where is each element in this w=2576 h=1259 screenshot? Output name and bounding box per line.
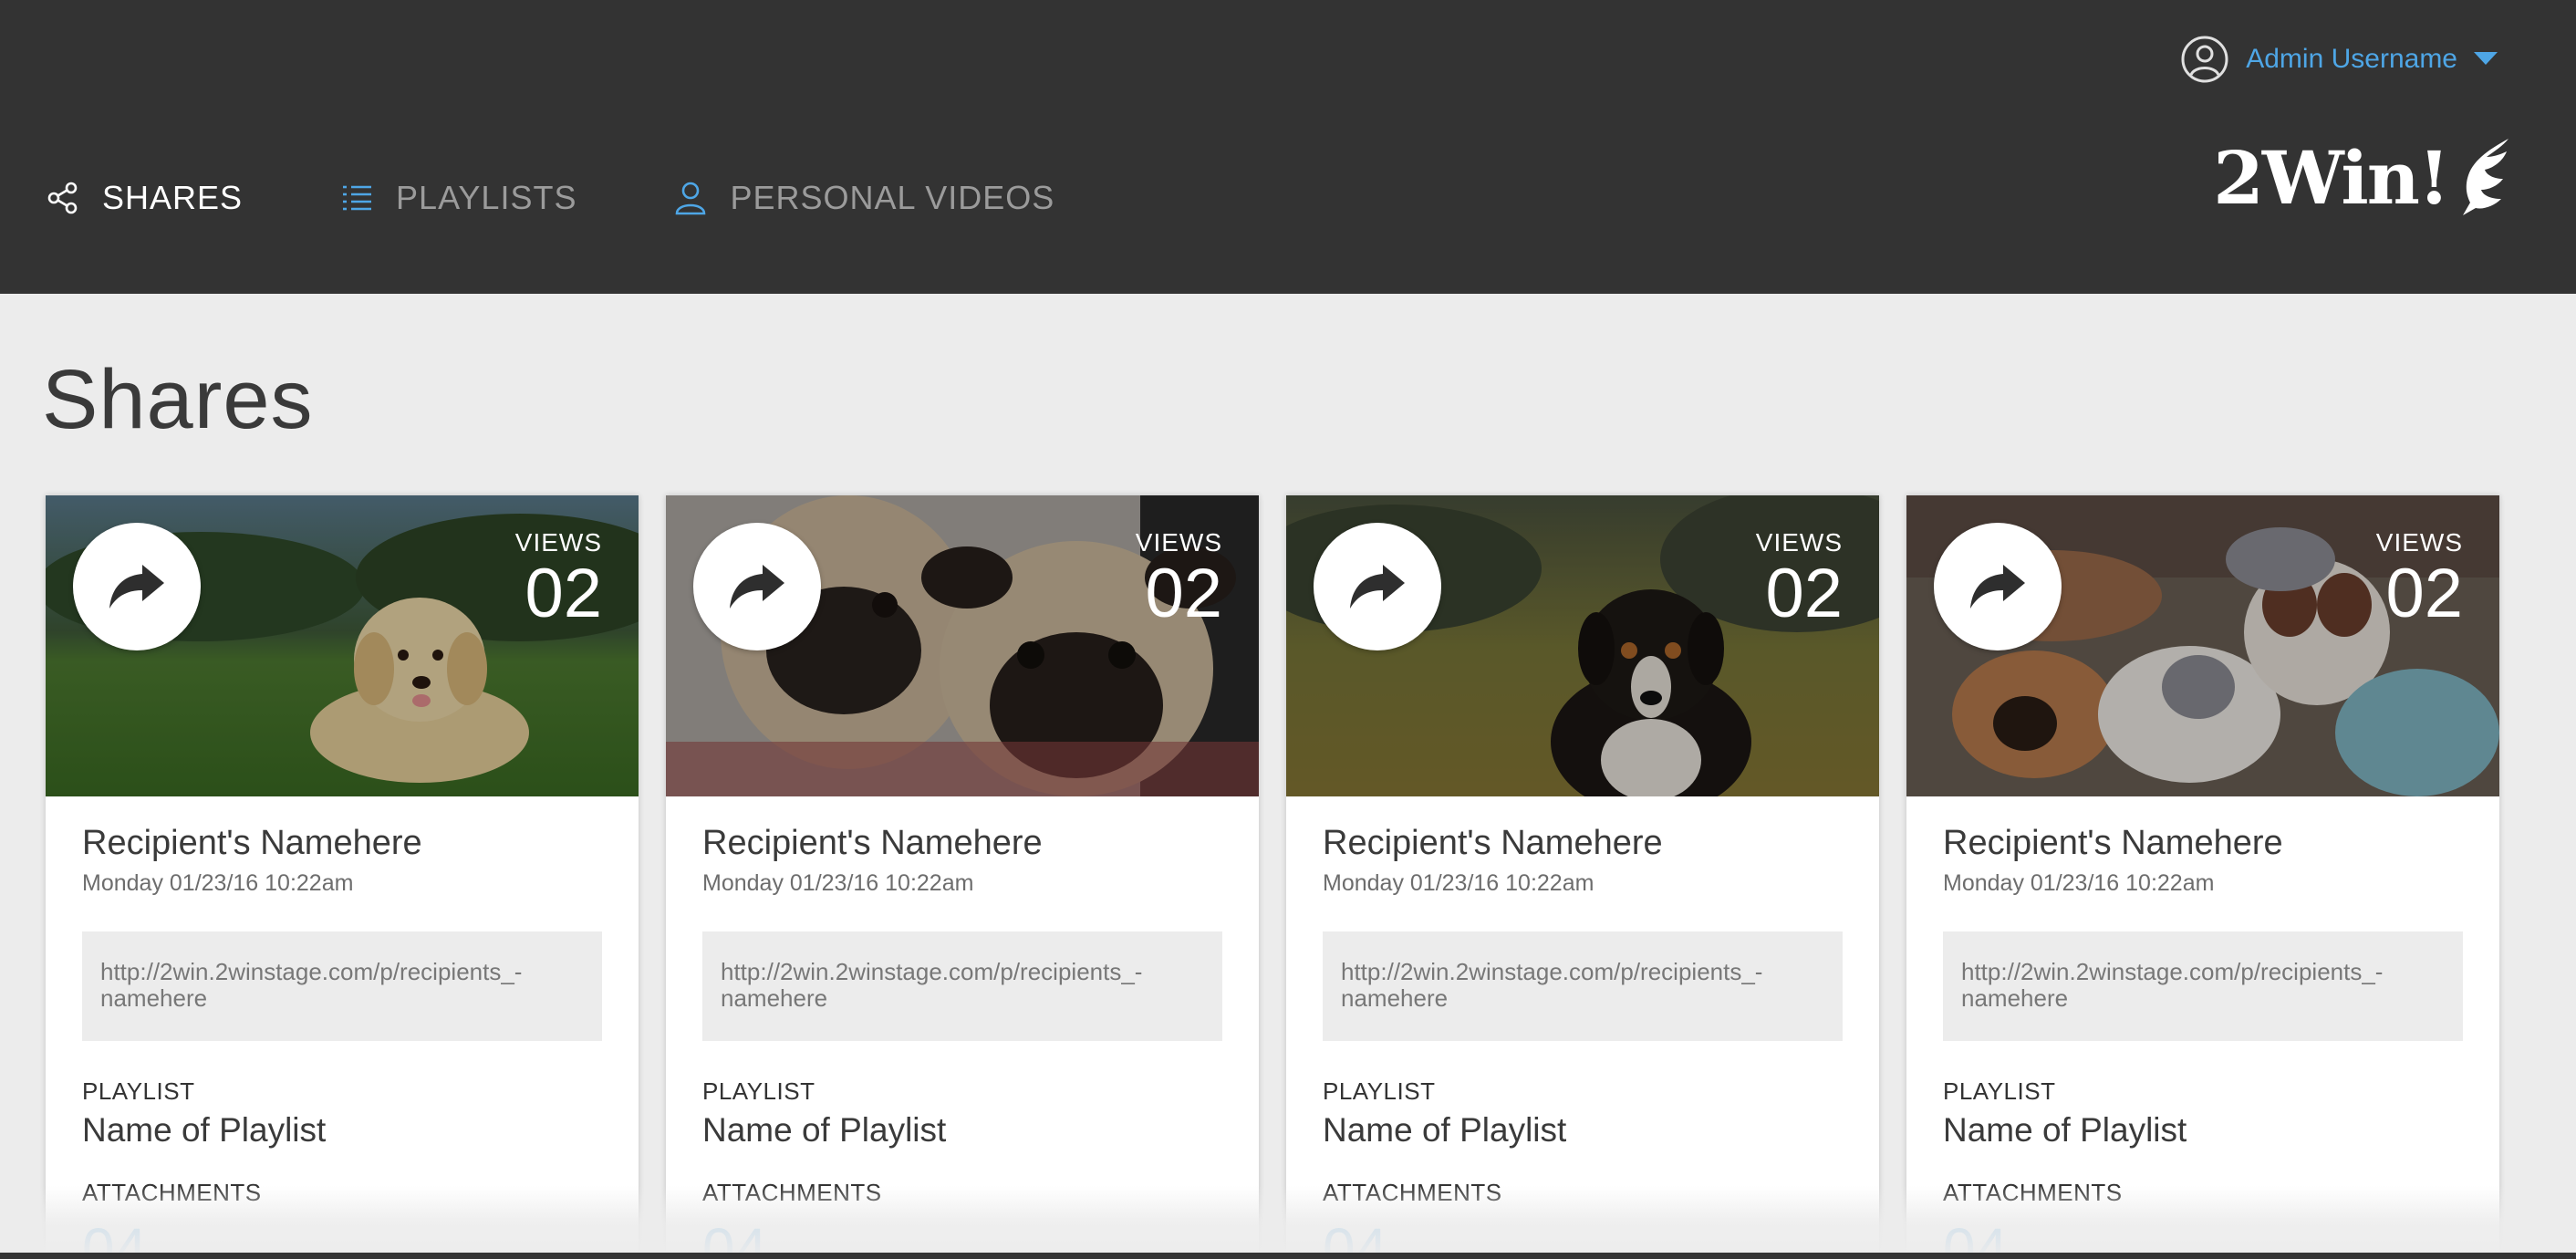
recipient-name: Recipient's Namehere bbox=[1323, 824, 1663, 862]
attachments-label: ATTACHMENTS bbox=[1943, 1179, 2123, 1206]
share-thumbnail: VIEWS 02 bbox=[666, 495, 1259, 796]
share-button[interactable] bbox=[73, 523, 201, 650]
nav-item-playlists[interactable]: PLAYLISTS bbox=[339, 179, 576, 217]
views-count: 02 bbox=[2385, 555, 2463, 632]
share-arrow-icon bbox=[730, 565, 784, 609]
playlist-name[interactable]: Name of Playlist bbox=[82, 1111, 602, 1150]
share-button[interactable] bbox=[1314, 523, 1441, 650]
playlist-name[interactable]: Name of Playlist bbox=[1943, 1111, 2463, 1150]
share-card[interactable]: VIEWS 02 Recipient's Namehere Monday 01/… bbox=[1906, 495, 2499, 1259]
nav-label-personal-videos: PERSONAL VIDEOS bbox=[730, 179, 1055, 216]
share-arrow-icon bbox=[109, 565, 164, 609]
share-card[interactable]: VIEWS 02 Recipient's Namehere Monday 01/… bbox=[1286, 495, 1879, 1259]
attachments-label: ATTACHMENTS bbox=[702, 1179, 882, 1206]
top-header: Admin Username SHARES PLAYLISTS PERSONAL… bbox=[0, 0, 2576, 294]
share-thumbnail: VIEWS 02 bbox=[1286, 495, 1879, 796]
playlist-label: PLAYLIST bbox=[82, 1077, 195, 1105]
share-url[interactable]: http://2win.2winstage.com/p/recipients_-… bbox=[82, 931, 602, 1041]
share-icon bbox=[46, 181, 80, 215]
views-count: 02 bbox=[525, 555, 602, 632]
nav-label-playlists: PLAYLISTS bbox=[396, 179, 577, 216]
chevron-down-icon bbox=[2474, 52, 2498, 67]
user-menu[interactable]: Admin Username bbox=[2180, 35, 2498, 84]
share-url[interactable]: http://2win.2winstage.com/p/recipients_-… bbox=[1943, 931, 2463, 1041]
attachments-label: ATTACHMENTS bbox=[1323, 1179, 1502, 1206]
playlist-label: PLAYLIST bbox=[702, 1077, 815, 1105]
user-avatar-icon bbox=[2180, 35, 2229, 84]
share-arrow-icon bbox=[1970, 565, 2025, 609]
share-date: Monday 01/23/16 10:22am bbox=[1323, 870, 1594, 896]
share-arrow-icon bbox=[1350, 565, 1405, 609]
person-icon bbox=[673, 181, 708, 215]
share-date: Monday 01/23/16 10:22am bbox=[82, 870, 354, 896]
nav-item-shares[interactable]: SHARES bbox=[46, 179, 243, 217]
brand-logo[interactable]: 2Win! bbox=[2213, 139, 2512, 217]
share-url[interactable]: http://2win.2winstage.com/p/recipients_-… bbox=[1323, 931, 1843, 1041]
playlist-label: PLAYLIST bbox=[1943, 1077, 2056, 1105]
logo-flame-icon bbox=[2456, 139, 2512, 217]
views-label: VIEWS bbox=[2375, 528, 2463, 557]
views-counter: VIEWS 02 bbox=[515, 528, 602, 630]
share-card[interactable]: VIEWS 02 Recipient's Namehere Monday 01/… bbox=[46, 495, 639, 1259]
recipient-name: Recipient's Namehere bbox=[82, 824, 422, 862]
share-thumbnail: VIEWS 02 bbox=[1906, 495, 2499, 796]
user-menu-label: Admin Username bbox=[2246, 44, 2457, 74]
attachments-label: ATTACHMENTS bbox=[82, 1179, 262, 1206]
share-date: Monday 01/23/16 10:22am bbox=[1943, 870, 2215, 896]
page-title: Shares bbox=[42, 353, 314, 446]
share-card[interactable]: VIEWS 02 Recipient's Namehere Monday 01/… bbox=[666, 495, 1259, 1259]
playlist-label: PLAYLIST bbox=[1323, 1077, 1436, 1105]
views-counter: VIEWS 02 bbox=[2376, 528, 2463, 630]
recipient-name: Recipient's Namehere bbox=[1943, 824, 2283, 862]
views-label: VIEWS bbox=[1755, 528, 1843, 557]
list-icon bbox=[339, 181, 374, 215]
views-label: VIEWS bbox=[1135, 528, 1222, 557]
views-counter: VIEWS 02 bbox=[1756, 528, 1843, 630]
shares-grid: VIEWS 02 Recipient's Namehere Monday 01/… bbox=[46, 495, 2499, 1259]
views-counter: VIEWS 02 bbox=[1136, 528, 1222, 630]
main-nav: SHARES PLAYLISTS PERSONAL VIDEOS bbox=[46, 179, 1151, 217]
views-label: VIEWS bbox=[514, 528, 602, 557]
share-thumbnail: VIEWS 02 bbox=[46, 495, 639, 796]
playlist-name[interactable]: Name of Playlist bbox=[1323, 1111, 1843, 1150]
share-date: Monday 01/23/16 10:22am bbox=[702, 870, 974, 896]
share-button[interactable] bbox=[693, 523, 821, 650]
views-count: 02 bbox=[1765, 555, 1843, 632]
recipient-name: Recipient's Namehere bbox=[702, 824, 1043, 862]
views-count: 02 bbox=[1145, 555, 1222, 632]
nav-label-shares: SHARES bbox=[102, 179, 244, 216]
nav-item-personal-videos[interactable]: PERSONAL VIDEOS bbox=[673, 179, 1054, 217]
playlist-name[interactable]: Name of Playlist bbox=[702, 1111, 1222, 1150]
share-button[interactable] bbox=[1934, 523, 2062, 650]
logo-wordmark: 2Win! bbox=[2213, 135, 2450, 221]
share-url[interactable]: http://2win.2winstage.com/p/recipients_-… bbox=[702, 931, 1222, 1041]
window-bottom-border bbox=[0, 1253, 2576, 1259]
